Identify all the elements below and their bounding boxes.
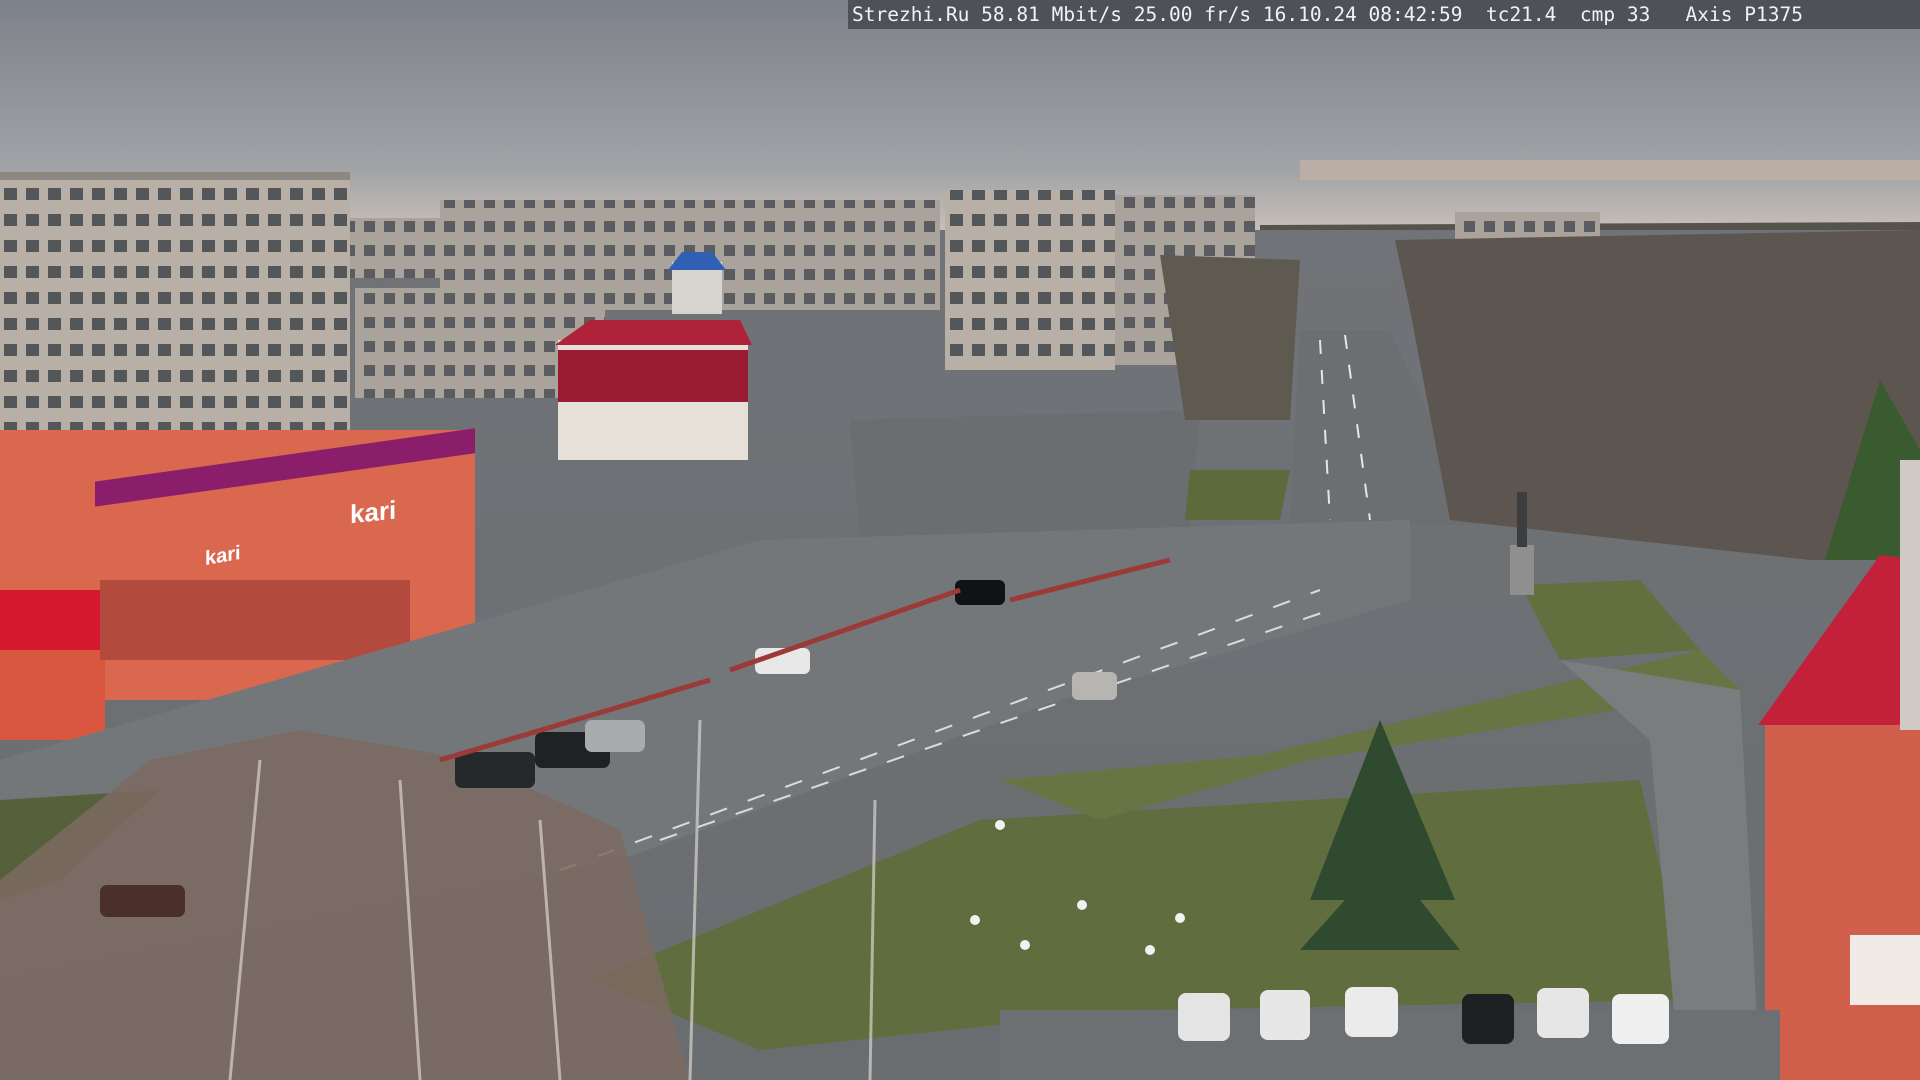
grass-median [1185,470,1290,520]
apartment-tower-center [945,190,1115,370]
camera-info-overlay: Strezhi.Ru 58.81 Mbit/s 25.00 fr/s 16.10… [848,0,1920,29]
car [585,720,645,752]
store-logo-upper: kari [350,494,397,530]
car [955,580,1005,605]
camera-scene [0,0,1920,1080]
monument-statue [1517,492,1527,547]
car [100,885,185,917]
plaza [850,410,1200,540]
red-tower-building [1765,720,1920,1080]
building-edge-right [1900,460,1920,730]
monument-pedestal [1510,545,1534,595]
car [1072,672,1117,700]
car [455,752,535,788]
